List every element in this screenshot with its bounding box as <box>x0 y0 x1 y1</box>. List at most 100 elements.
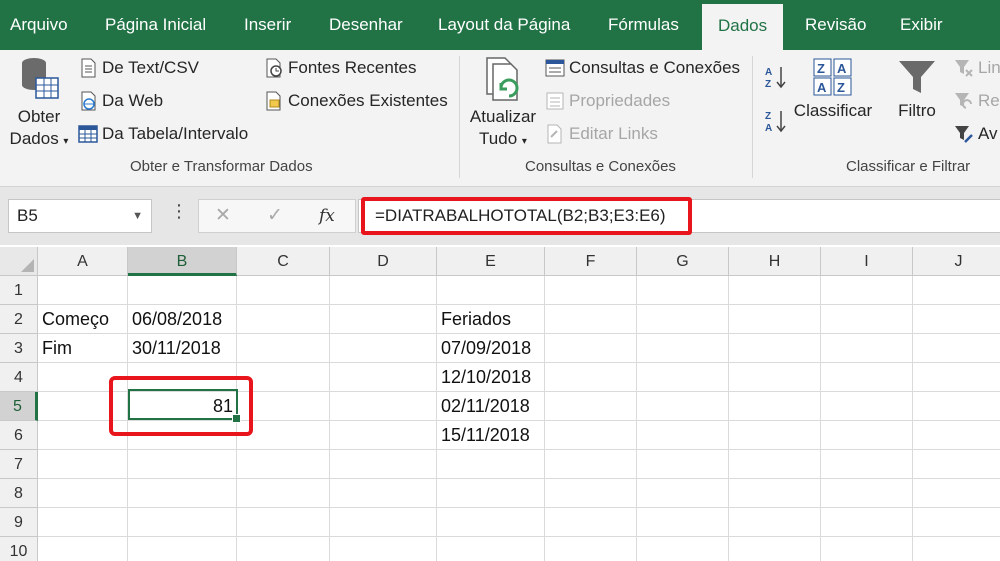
cancel-icon[interactable]: ✕ <box>215 204 231 227</box>
tab-arquivo[interactable]: Arquivo <box>10 0 68 50</box>
existing-connections-label: Conexões Existentes <box>288 91 448 110</box>
sort-ascending-button[interactable]: AZ <box>764 64 788 90</box>
confirm-icon[interactable]: ✓ <box>267 204 283 227</box>
from-web-button[interactable]: Da Web <box>78 87 163 115</box>
sort-descending-button[interactable]: ZA <box>764 108 788 134</box>
tab-desenhar[interactable]: Desenhar <box>329 0 403 50</box>
advanced-filter-button[interactable]: Av <box>954 120 998 148</box>
from-text-csv-label: De Text/CSV <box>102 58 200 77</box>
row-header-4[interactable]: 4 <box>0 363 38 392</box>
svg-text:Z: Z <box>765 111 771 122</box>
refresh-all-label-2: Tudo ▾ <box>479 129 527 148</box>
edit-links-label: Editar Links <box>569 124 658 143</box>
clear-filter-button[interactable]: Lin <box>954 54 1000 82</box>
gridline <box>820 276 821 561</box>
row-header-5[interactable]: 5 <box>0 392 38 421</box>
tab-exibir[interactable]: Exibir <box>900 0 943 50</box>
from-text-csv-button[interactable]: De Text/CSV <box>78 54 199 82</box>
existing-connections-icon <box>266 91 281 111</box>
refresh-all-button[interactable]: Atualizar Tudo ▾ <box>466 56 540 153</box>
group-separator <box>752 56 753 178</box>
row-header-1[interactable]: 1 <box>0 276 38 305</box>
cell-e6[interactable]: 15/11/2018 <box>437 421 545 450</box>
column-header-c[interactable]: C <box>237 247 330 276</box>
filter-funnel-icon <box>899 61 935 93</box>
from-table-button[interactable]: Da Tabela/Intervalo <box>78 120 248 148</box>
svg-text:Z: Z <box>765 79 771 90</box>
cell-e2[interactable]: Feriados <box>437 305 545 334</box>
column-header-b[interactable]: B <box>128 247 237 276</box>
column-header-i[interactable]: I <box>821 247 913 276</box>
filter-button[interactable]: Filtro <box>890 58 944 122</box>
recent-sources-button[interactable]: Fontes Recentes <box>264 54 417 82</box>
gridline <box>329 276 330 561</box>
reapply-filter-button[interactable]: Re <box>954 87 1000 115</box>
gridline <box>912 276 913 561</box>
queries-connections-button[interactable]: Consultas e Conexões <box>545 54 740 82</box>
edit-links-icon <box>547 124 562 144</box>
column-header-j[interactable]: J <box>913 247 1000 276</box>
recent-sources-icon <box>266 58 282 78</box>
column-header-e[interactable]: E <box>437 247 545 276</box>
column-header-a[interactable]: A <box>38 247 128 276</box>
row-header-9[interactable]: 9 <box>0 508 38 537</box>
cell-e4[interactable]: 12/10/2018 <box>437 363 545 392</box>
tab-pagina-inicial[interactable]: Página Inicial <box>105 0 206 50</box>
edit-links-button[interactable]: Editar Links <box>545 120 658 148</box>
row-header-2[interactable]: 2 <box>0 305 38 334</box>
gridline <box>728 276 729 561</box>
sort-za-icon: ZA <box>765 111 786 134</box>
select-all-button[interactable] <box>0 247 38 276</box>
row-header-6[interactable]: 6 <box>0 421 38 450</box>
cell-b3[interactable]: 30/11/2018 <box>128 334 237 363</box>
sort-button[interactable]: Z A A Z Classificar <box>792 58 874 122</box>
name-box-value: B5 <box>17 206 38 225</box>
tab-formulas[interactable]: Fórmulas <box>608 0 679 50</box>
column-header-f[interactable]: F <box>545 247 637 276</box>
table-icon <box>78 125 98 143</box>
row-header-8[interactable]: 8 <box>0 479 38 508</box>
text-file-icon <box>81 58 96 78</box>
properties-button[interactable]: Propriedades <box>545 87 670 115</box>
recent-sources-label: Fontes Recentes <box>288 58 417 77</box>
reapply-filter-label: Re <box>978 91 1000 110</box>
advanced-filter-icon <box>955 126 973 143</box>
existing-connections-button[interactable]: Conexões Existentes <box>264 87 448 115</box>
queries-connections-label: Consultas e Conexões <box>569 58 741 77</box>
tab-inserir[interactable]: Inserir <box>244 0 291 50</box>
cell-a2[interactable]: Começo <box>38 305 128 334</box>
tab-dados[interactable]: Dados <box>702 4 784 50</box>
web-file-icon <box>81 91 96 111</box>
column-header-h[interactable]: H <box>729 247 821 276</box>
refresh-all-label-1: Atualizar <box>469 107 537 126</box>
from-web-label: Da Web <box>102 91 164 110</box>
insert-function-icon[interactable]: fx <box>319 206 335 226</box>
tab-revisao[interactable]: Revisão <box>805 0 866 50</box>
properties-label: Propriedades <box>569 91 671 110</box>
cell-a3[interactable]: Fim <box>38 334 128 363</box>
more-options-icon[interactable]: ⋮ <box>170 201 188 222</box>
queries-connections-icon <box>545 59 565 77</box>
cell-e5[interactable]: 02/11/2018 <box>437 392 545 421</box>
column-header-g[interactable]: G <box>637 247 729 276</box>
get-data-button[interactable]: Obter Dados ▾ <box>4 56 74 153</box>
column-header-d[interactable]: D <box>330 247 437 276</box>
gridline <box>38 536 1000 537</box>
svg-text:A: A <box>765 123 772 134</box>
row-header-7[interactable]: 7 <box>0 450 38 479</box>
cell-e3[interactable]: 07/09/2018 <box>437 334 545 363</box>
cell-b2[interactable]: 06/08/2018 <box>128 305 237 334</box>
result-highlight-box <box>109 376 253 436</box>
row-header-3[interactable]: 3 <box>0 334 38 363</box>
sort-dialog-icon: Z A A Z <box>813 58 852 96</box>
clear-filter-label: Lin <box>978 58 1000 77</box>
clear-filter-icon <box>955 60 973 77</box>
name-box[interactable]: B5 ▼ <box>8 199 152 233</box>
svg-text:A: A <box>837 61 847 76</box>
from-table-label: Da Tabela/Intervalo <box>102 124 249 143</box>
tab-layout-da-pagina[interactable]: Layout da Página <box>438 0 570 50</box>
row-header-10[interactable]: 10 <box>0 537 38 561</box>
formula-highlight-box <box>361 197 692 235</box>
chevron-down-icon[interactable]: ▼ <box>132 200 143 232</box>
group-label-queries: Consultas e Conexões <box>525 158 676 175</box>
